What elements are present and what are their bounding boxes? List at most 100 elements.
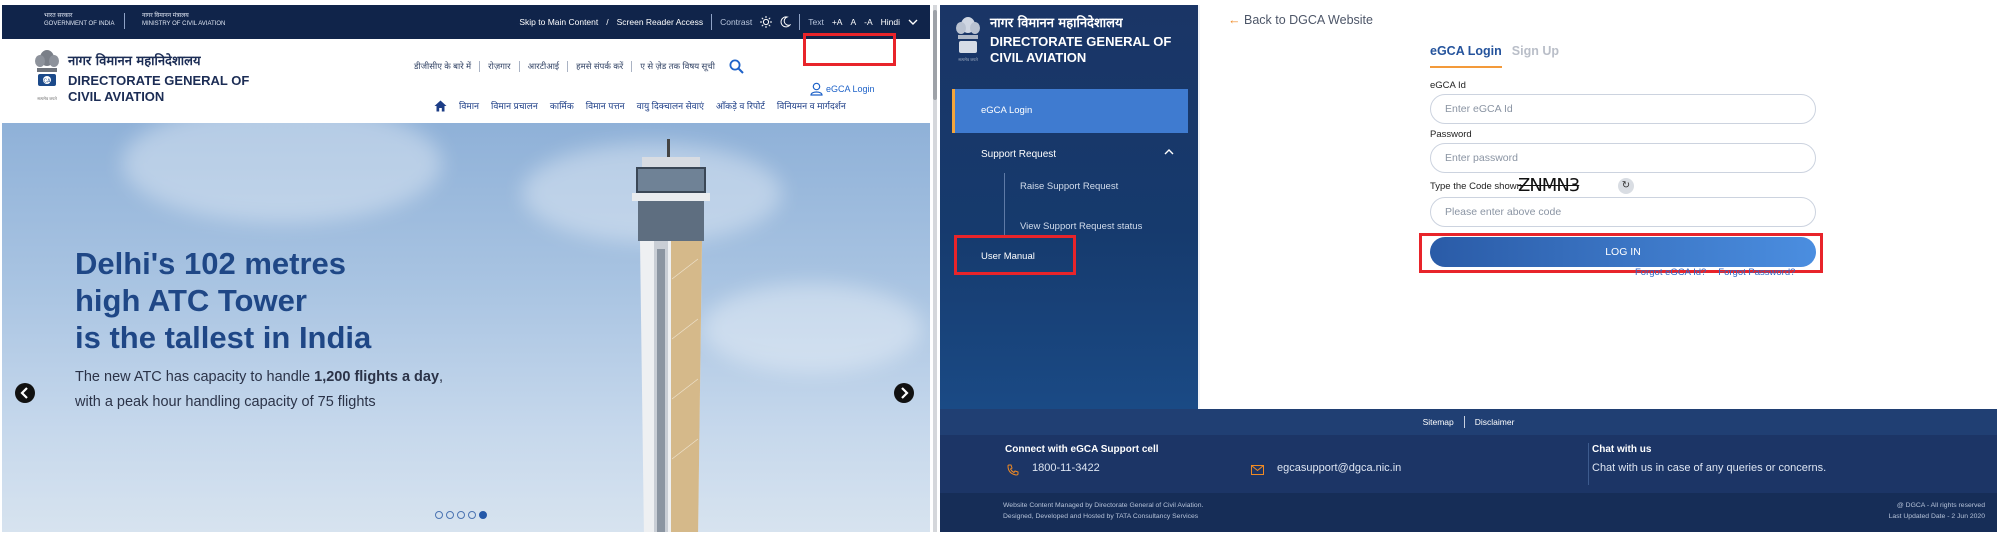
nav-flight-ops[interactable]: विमान प्रचालन xyxy=(491,99,538,112)
svg-text:CA: CA xyxy=(44,79,52,85)
carousel-dot[interactable] xyxy=(446,511,454,519)
sidebar-item-view-support-status[interactable]: View Support Request status xyxy=(1020,221,1142,232)
sidebar-item-label: Support Request xyxy=(981,149,1057,160)
pane-separator xyxy=(930,0,940,538)
carousel-dot-active[interactable] xyxy=(479,511,487,519)
sun-icon[interactable] xyxy=(760,16,773,28)
chevron-right-icon xyxy=(894,383,914,403)
arrow-left-icon: ← xyxy=(1228,13,1241,27)
screen-reader-link[interactable]: Screen Reader Access xyxy=(617,17,703,27)
footer-links: Sitemap Disclaimer xyxy=(940,409,1997,435)
hero-headline-line: is the tallest in India xyxy=(75,320,372,355)
egca-id-input[interactable]: Enter eGCA Id xyxy=(1430,94,1816,124)
last-updated-text: Last Updated Date - 2 Jun 2020 xyxy=(1888,513,1985,520)
nav-data-reports[interactable]: आँकड़े व रिपोर्ट xyxy=(716,99,765,112)
nav-aircraft[interactable]: विमान xyxy=(459,99,479,112)
phone-icon xyxy=(1007,464,1019,476)
forgot-egca-id-link[interactable]: Forgot eGCA Id? xyxy=(1635,267,1706,278)
emblem-caption: सत्यमेव जयते xyxy=(958,57,978,62)
chevron-down-icon[interactable] xyxy=(908,19,918,26)
language-selector[interactable]: Hindi xyxy=(881,17,900,27)
chat-link[interactable]: Chat with us in case of any queries or c… xyxy=(1592,462,1826,474)
nav-regulations[interactable]: विनियमन व मार्गदर्शन xyxy=(777,99,846,112)
ministry-en-text: MINISTRY OF CIVIL AVIATION xyxy=(142,21,226,27)
font-decrease-button[interactable]: -A xyxy=(864,17,873,27)
nav-employment[interactable]: रोज़गार xyxy=(488,61,510,72)
hero-subtext: The new ATC has capacity to handle 1,200… xyxy=(75,365,443,415)
password-input[interactable]: Enter password xyxy=(1430,143,1816,173)
hero-carousel: Delhi's 102 metres high ATC Tower is the… xyxy=(2,123,930,532)
nav-ans[interactable]: वायु दिक्चालन सेवाएं xyxy=(637,99,704,112)
home-icon[interactable] xyxy=(434,100,447,112)
egca-login-pane: सत्यमेव जयते नागर विमानन महानिदेशालय DIR… xyxy=(940,5,1997,532)
footer-contact: Connect with eGCA Support cell 1800-11-3… xyxy=(940,435,1997,493)
carousel-dot[interactable] xyxy=(435,511,443,519)
disclaimer-link[interactable]: Disclaimer xyxy=(1475,417,1515,427)
forgot-links: Forgot eGCA Id? Forgot Password? xyxy=(1635,267,1795,278)
chevron-up-icon xyxy=(1164,148,1174,155)
tab-sign-up[interactable]: Sign Up xyxy=(1512,44,1559,68)
brand-hindi[interactable]: नागर विमानन महानिदेशालय xyxy=(68,51,201,69)
brand-line-1: DIRECTORATE GENERAL OF xyxy=(990,34,1172,49)
search-icon[interactable] xyxy=(729,59,744,74)
divider xyxy=(799,14,801,30)
ministry-label: नागर विमानन मंत्रालय MINISTRY OF CIVIL A… xyxy=(142,12,225,28)
connect-heading: Connect with eGCA Support cell xyxy=(1005,444,1159,455)
support-phone[interactable]: 1800-11-3422 xyxy=(1032,462,1100,474)
sidebar: सत्यमेव जयते नागर विमानन महानिदेशालय DIR… xyxy=(940,5,1198,409)
top-utility-bar: भारत सरकार GOVERNMENT OF INDIA नागर विमा… xyxy=(2,5,930,39)
national-emblem-icon: सत्यमेव जयते xyxy=(952,13,984,63)
font-normal-button[interactable]: A xyxy=(850,17,856,27)
forgot-password-link[interactable]: Forgot Password? xyxy=(1718,267,1795,278)
nav-a-to-z[interactable]: ए से ज़ेड तक विषय सूची xyxy=(640,61,715,72)
divider xyxy=(631,61,633,72)
brand-line-1: DIRECTORATE GENERAL OF xyxy=(68,73,250,88)
refresh-captcha-icon[interactable]: ↻ xyxy=(1618,178,1634,194)
government-of-india-label: भारत सरकार GOVERNMENT OF INDIA xyxy=(44,12,115,28)
hero-sub-bold: 1,200 flights a day xyxy=(314,369,440,385)
captcha-image: ZNMN3 xyxy=(1518,175,1580,196)
carousel-dot[interactable] xyxy=(457,511,465,519)
sidebar-item-label: eGCA Login xyxy=(981,105,1033,116)
back-to-dgca-link[interactable]: ← Back to DGCA Website xyxy=(1228,13,1373,27)
captcha-input[interactable]: Please enter above code xyxy=(1430,197,1816,227)
carousel-dot[interactable] xyxy=(468,511,476,519)
nav-rti[interactable]: आरटीआई xyxy=(528,61,560,72)
sidebar-item-raise-support[interactable]: Raise Support Request xyxy=(1020,181,1118,192)
main-nav: विमान विमान प्रचालन कार्मिक विमान पत्तन … xyxy=(434,99,846,112)
sidebar-item-egca-login[interactable]: eGCA Login xyxy=(952,89,1188,133)
brand-hindi: नागर विमानन महानिदेशालय xyxy=(990,16,1123,31)
nav-contact[interactable]: हमसे संपर्क करें xyxy=(576,61,623,72)
sitemap-link[interactable]: Sitemap xyxy=(1423,417,1454,427)
emblem-caption: सत्यमेव जयते xyxy=(37,96,57,101)
hero-headline-line: high ATC Tower xyxy=(75,283,307,318)
national-emblem-icon: CA सत्यमेव जयते xyxy=(32,46,62,102)
cloud xyxy=(122,123,442,223)
atc-tower-image xyxy=(602,139,742,532)
footer-credits: Website Content Managed by Directorate G… xyxy=(940,493,1997,532)
slash-separator: / xyxy=(606,17,609,27)
auth-tabs: eGCA Login Sign Up xyxy=(1430,44,1559,68)
support-email[interactable]: egcasupport@dgca.nic.in xyxy=(1277,462,1401,474)
hero-headline: Delhi's 102 metres high ATC Tower is the… xyxy=(75,245,371,356)
sidebar-item-support-request[interactable]: Support Request xyxy=(952,133,1188,177)
font-increase-button[interactable]: +A xyxy=(832,17,843,27)
carousel-next-button[interactable] xyxy=(894,383,914,403)
hero-sub-comma: , xyxy=(439,369,444,385)
gov-en-text: GOVERNMENT OF INDIA xyxy=(44,21,115,27)
skip-to-main-link[interactable]: Skip to Main Content xyxy=(519,17,598,27)
nav-personnel[interactable]: कार्मिक xyxy=(550,99,574,112)
brand-english[interactable]: DIRECTORATE GENERAL OF CIVIL AVIATION xyxy=(68,73,258,105)
user-icon xyxy=(810,82,823,96)
back-label: Back to DGCA Website xyxy=(1243,13,1373,27)
captcha-label: Type the Code shown xyxy=(1430,181,1522,192)
gov-hi-text: भारत सरकार xyxy=(44,13,73,19)
moon-icon[interactable] xyxy=(780,16,792,28)
divider xyxy=(1463,416,1465,428)
tab-egca-login[interactable]: eGCA Login xyxy=(1430,44,1502,68)
nav-aerodromes[interactable]: विमान पत्तन xyxy=(586,99,625,112)
egca-login-link[interactable]: eGCA Login xyxy=(810,82,875,96)
carousel-prev-button[interactable] xyxy=(15,383,35,403)
scrollbar-thumb[interactable] xyxy=(933,10,937,100)
nav-about[interactable]: डीजीसीए के बारे में xyxy=(414,61,471,72)
